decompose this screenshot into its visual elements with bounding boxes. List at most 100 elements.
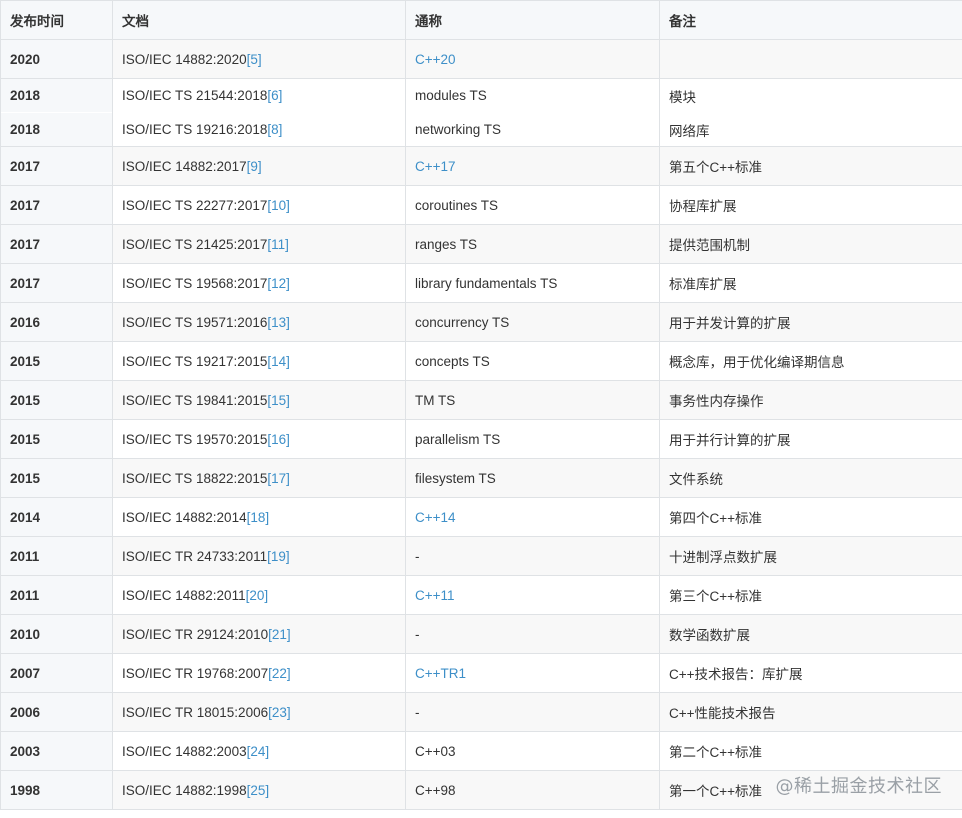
cell-common-name: concurrency TS (405, 302, 660, 342)
document-id: ISO/IEC TR 29124:2010 (122, 626, 269, 642)
cell-common-name: C++98 (405, 770, 660, 810)
cell-remarks: 提供范围机制 (659, 224, 962, 264)
cell-common-name[interactable]: C++11 (405, 575, 660, 615)
cell-common-name: modules TS (405, 78, 660, 113)
cell-year: 2017 (0, 224, 113, 264)
cell-year: 2015 (0, 458, 113, 498)
reference-link[interactable]: [8] (267, 122, 282, 137)
cell-remarks: C++技术报告：库扩展 (659, 653, 962, 693)
table-row: 2017 ISO/IEC TS 22277:2017[10] coroutines … (0, 185, 962, 225)
cell-common-name: C++03 (405, 731, 660, 771)
cell-remarks: 第二个C++标准 (659, 731, 962, 771)
table-row: 2016 ISO/IEC TS 19571:2016[13] concurrency… (0, 302, 962, 342)
cell-document: ISO/IEC 14882:2020[5] (112, 39, 406, 79)
reference-link[interactable]: [12] (267, 276, 290, 291)
cell-remarks: 十进制浮点数扩展 (659, 536, 962, 576)
reference-link[interactable]: [17] (267, 471, 290, 486)
reference-link[interactable]: [6] (267, 88, 282, 103)
table-row: 2003 ISO/IEC 14882:2003[24] C++03 第二个C++标准 (0, 731, 962, 771)
cell-year: 2011 (0, 536, 113, 576)
table-row: 2014 ISO/IEC 14882:2014[18] C++14 第四个C++标准 (0, 497, 962, 537)
reference-link[interactable]: [25] (247, 783, 270, 798)
reference-link[interactable]: [5] (247, 52, 262, 67)
cell-common-name: - (405, 536, 660, 576)
table-row: 2018 ISO/IEC TS 19216:2018[8] networking T… (0, 112, 962, 147)
cell-document: ISO/IEC TS 19571:2016[13] (112, 302, 406, 342)
table-row: 2017 ISO/IEC TS 19568:2017[12] library fun… (0, 263, 962, 303)
reference-link[interactable]: [13] (267, 315, 290, 330)
document-id: ISO/IEC TS 21425:2017 (122, 236, 268, 252)
document-id: ISO/IEC TR 19768:2007 (122, 665, 269, 681)
cell-common-name: - (405, 692, 660, 732)
cell-common-name: networking TS (405, 112, 660, 147)
document-id: ISO/IEC 14882:1998 (122, 782, 247, 798)
cell-document: ISO/IEC 14882:2017[9] (112, 146, 406, 186)
cell-remarks: 数学函数扩展 (659, 614, 962, 654)
cell-year: 2011 (0, 575, 113, 615)
reference-link[interactable]: [10] (267, 198, 290, 213)
table-row: 2020 ISO/IEC 14882:2020[5] C++20 (0, 39, 962, 79)
cell-common-name[interactable]: C++17 (405, 146, 660, 186)
cell-document: ISO/IEC 14882:2014[18] (112, 497, 406, 537)
reference-link[interactable]: [16] (267, 432, 290, 447)
cell-document: ISO/IEC TS 19570:2015[16] (112, 419, 406, 459)
cell-common-name[interactable]: C++14 (405, 497, 660, 537)
header-document: 文档 (112, 0, 406, 40)
cell-document: ISO/IEC TS 19568:2017[12] (112, 263, 406, 303)
reference-link[interactable]: [22] (268, 666, 291, 681)
cell-remarks (659, 39, 962, 79)
cell-remarks: 文件系统 (659, 458, 962, 498)
cell-year: 2014 (0, 497, 113, 537)
cell-remarks: 第三个C++标准 (659, 575, 962, 615)
document-id: ISO/IEC TR 24733:2011 (122, 548, 268, 564)
table-row: 2007 ISO/IEC TR 19768:2007[22] C++TR1 C++技术… (0, 653, 962, 693)
reference-link[interactable]: [21] (268, 627, 291, 642)
cell-document: ISO/IEC 14882:1998[25] (112, 770, 406, 810)
cell-common-name: coroutines TS (405, 185, 660, 225)
document-id: ISO/IEC 14882:2017 (122, 158, 247, 174)
cell-common-name[interactable]: C++TR1 (405, 653, 660, 693)
table-row: 2015 ISO/IEC TS 19841:2015[15] TM TS 事务性内存操… (0, 380, 962, 420)
document-id: ISO/IEC TS 19217:2015 (122, 353, 268, 369)
cell-remarks: 模块 (659, 78, 962, 113)
reference-link[interactable]: [15] (267, 393, 290, 408)
reference-link[interactable]: [23] (268, 705, 291, 720)
cell-remarks: 协程库扩展 (659, 185, 962, 225)
cell-document: ISO/IEC TS 19216:2018[8] (112, 112, 406, 147)
document-id: ISO/IEC TS 22277:2017 (122, 197, 268, 213)
standards-table-container: 发布时间 文档 通称 备注 2020 ISO/IEC 14882:2020[5] C… (0, 0, 962, 818)
reference-link[interactable]: [14] (267, 354, 290, 369)
cell-document: ISO/IEC TR 18015:2006[23] (112, 692, 406, 732)
reference-link[interactable]: [9] (247, 159, 262, 174)
cell-common-name: filesystem TS (405, 458, 660, 498)
cell-remarks: 用于并发计算的扩展 (659, 302, 962, 342)
document-id: ISO/IEC 14882:2020 (122, 51, 247, 67)
document-id: ISO/IEC TS 19841:2015 (122, 392, 268, 408)
reference-link[interactable]: [11] (267, 237, 289, 252)
cell-remarks: 事务性内存操作 (659, 380, 962, 420)
cell-year: 2015 (0, 341, 113, 381)
header-common-name: 通称 (405, 0, 660, 40)
table-row: 2006 ISO/IEC TR 18015:2006[23] - C++性能技术报告 (0, 692, 962, 732)
reference-link[interactable]: [19] (267, 549, 290, 564)
cell-document: ISO/IEC TR 19768:2007[22] (112, 653, 406, 693)
cell-document: ISO/IEC TS 19841:2015[15] (112, 380, 406, 420)
cell-year: 2010 (0, 614, 113, 654)
reference-link[interactable]: [18] (247, 510, 270, 525)
document-id: ISO/IEC 14882:2003 (122, 743, 247, 759)
table-row: 2010 ISO/IEC TR 29124:2010[21] - 数学函数扩展 (0, 614, 962, 654)
document-id: ISO/IEC TS 21544:2018 (122, 88, 268, 103)
document-id: ISO/IEC TS 19570:2015 (122, 431, 268, 447)
cell-document: ISO/IEC TS 21544:2018[6] (112, 78, 406, 113)
cell-remarks: 网络库 (659, 112, 962, 147)
cell-year: 2020 (0, 39, 113, 79)
cell-document: ISO/IEC TS 21425:2017[11] (112, 224, 406, 264)
cell-year: 2006 (0, 692, 113, 732)
cell-common-name: parallelism TS (405, 419, 660, 459)
cell-common-name[interactable]: C++20 (405, 39, 660, 79)
reference-link[interactable]: [20] (246, 588, 269, 603)
reference-link[interactable]: [24] (247, 744, 270, 759)
cell-year: 2003 (0, 731, 113, 771)
cell-common-name: library fundamentals TS (405, 263, 660, 303)
cell-document: ISO/IEC TS 19217:2015[14] (112, 341, 406, 381)
